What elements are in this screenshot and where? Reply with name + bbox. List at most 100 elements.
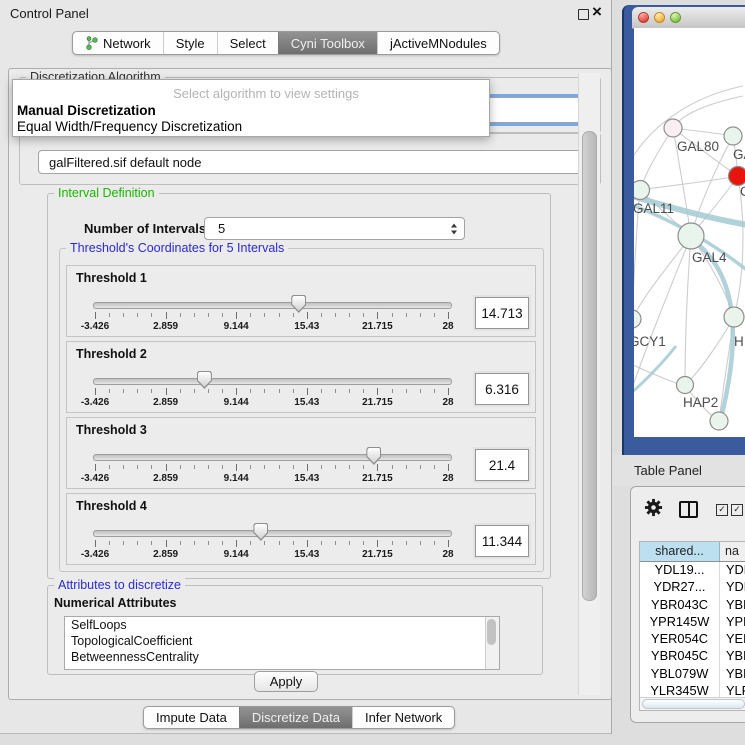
split-table-icon[interactable] — [679, 501, 698, 518]
table-row[interactable]: YDR27...YDR2 — [640, 579, 745, 596]
column-header-name[interactable]: na — [720, 542, 745, 561]
popup-placeholder-text: Select algorithm to view settings — [43, 86, 489, 101]
cell-name: YBL0 — [720, 666, 745, 683]
tick-mark — [166, 464, 167, 471]
table-horizontal-scrollbar-thumb[interactable] — [642, 699, 745, 709]
tick-mark — [208, 313, 209, 317]
tab-network[interactable]: Network — [73, 32, 163, 54]
tab-discretize-data[interactable]: Discretize Data — [239, 707, 352, 728]
network-node-GAL11[interactable] — [634, 181, 650, 200]
tick-mark — [109, 313, 110, 317]
tick-mark — [392, 465, 393, 469]
tick-label: 9.144 — [211, 549, 261, 560]
table-panel-window: ✓ ✓ shared... na YDL19...YDL1YDR27...YDR… — [630, 486, 745, 723]
tab-select[interactable]: Select — [217, 32, 278, 54]
apply-button[interactable]: Apply — [254, 671, 318, 692]
slider-track[interactable] — [93, 454, 452, 461]
numerical-attribute-item[interactable]: BetweennessCentrality — [65, 649, 499, 665]
threshold-value-field[interactable]: 11.344 — [475, 525, 529, 557]
popup-option-equal-width-frequency[interactable]: Equal Width/Frequency Discretization — [17, 119, 242, 134]
network-view-window: GAL80GACGAL11GAL4GCY1HHAP2 — [622, 5, 745, 455]
network-edge[interactable] — [673, 96, 743, 128]
network-node-GAL4[interactable] — [678, 223, 704, 249]
tick-mark — [166, 540, 167, 547]
checkbox-column-icon-2[interactable]: ✓ — [731, 504, 743, 516]
panel-vertical-scrollbar[interactable] — [578, 73, 600, 695]
popup-option-manual-discretization[interactable]: Manual Discretization — [17, 103, 156, 118]
float-window-icon[interactable] — [578, 9, 589, 20]
network-edge[interactable] — [691, 317, 734, 379]
attributes-list-scrollbar-thumb[interactable] — [487, 619, 496, 645]
table-row[interactable]: YPR145WYPR1 — [640, 614, 745, 631]
network-edge[interactable] — [685, 236, 691, 385]
close-icon[interactable]: × — [592, 2, 602, 22]
table-row[interactable]: YBL079WYBL0 — [640, 666, 745, 683]
slider-track[interactable] — [93, 378, 452, 385]
threshold-value-field[interactable]: 21.4 — [475, 449, 529, 481]
network-node-GA[interactable] — [724, 127, 742, 145]
tick-mark — [335, 465, 336, 469]
table-data-combobox[interactable]: galFiltered.sif default node — [38, 150, 592, 174]
checkbox-column-icon[interactable]: ✓ — [716, 504, 728, 516]
tab-cyni-toolbox[interactable]: Cyni Toolbox — [278, 32, 377, 54]
gear-icon[interactable] — [644, 498, 663, 522]
threshold-value-field[interactable]: 6.316 — [475, 373, 529, 405]
panel-vertical-scrollbar-thumb[interactable] — [582, 131, 597, 601]
table-row[interactable]: YBR043CYBR0 — [640, 597, 745, 614]
network-node-GAL80[interactable] — [664, 119, 682, 137]
numerical-attributes-list[interactable]: SelfLoopsTopologicalCoefficientBetweenne… — [64, 616, 500, 670]
network-window-titlebar[interactable] — [632, 7, 745, 29]
close-traffic-light[interactable] — [638, 12, 649, 23]
network-edge[interactable] — [691, 236, 734, 317]
threshold-value-field[interactable]: 14.713 — [475, 297, 529, 329]
table-horizontal-scrollbar[interactable] — [640, 697, 745, 710]
tick-mark — [448, 540, 449, 547]
numerical-attribute-item[interactable]: SelfLoops — [65, 617, 499, 633]
tab-jactivemnodules[interactable]: jActiveMNodules — [377, 32, 499, 54]
table-row[interactable]: YBR045CYBR0 — [640, 648, 745, 665]
cyni-bottom-tabbar: Impute Data Discretize Data Infer Networ… — [143, 706, 455, 729]
tab-style[interactable]: Style — [163, 32, 217, 54]
cell-shared-name: YPR145W — [640, 614, 720, 631]
tick-mark — [448, 388, 449, 395]
table-row[interactable]: YDL19...YDL1 — [640, 562, 745, 579]
slider-thumb[interactable] — [366, 447, 381, 465]
network-edge[interactable] — [640, 176, 738, 190]
tick-label: 2.859 — [141, 397, 191, 408]
cell-name: YBR0 — [720, 597, 745, 614]
tick-label: 9.144 — [211, 397, 261, 408]
network-edge[interactable] — [640, 128, 673, 190]
column-header-shared-name[interactable]: shared... — [640, 542, 720, 561]
tab-infer-network[interactable]: Infer Network — [352, 707, 454, 728]
slider-track[interactable] — [93, 530, 452, 537]
slider-thumb[interactable] — [291, 295, 306, 313]
table-header-row: shared... na — [640, 542, 745, 562]
tick-mark — [109, 389, 110, 393]
network-node-HAP2[interactable] — [677, 377, 694, 394]
slider-thumb[interactable] — [197, 371, 212, 389]
number-of-intervals-combobox[interactable]: 5 — [204, 217, 465, 240]
network-edge[interactable] — [634, 236, 691, 400]
network-canvas[interactable]: GAL80GACGAL11GAL4GCY1HHAP2 — [634, 28, 745, 437]
tab-impute-data[interactable]: Impute Data — [144, 707, 239, 728]
tick-mark — [293, 541, 294, 545]
tick-mark — [406, 313, 407, 317]
network-node-label: C — [740, 184, 745, 199]
table-row[interactable]: YER054CYER0 — [640, 631, 745, 648]
slider-thumb[interactable] — [253, 523, 268, 541]
tick-mark — [123, 313, 124, 317]
zoom-traffic-light[interactable] — [670, 12, 681, 23]
minimize-traffic-light[interactable] — [654, 12, 665, 23]
numerical-attribute-item[interactable]: TopologicalCoefficient — [65, 633, 499, 649]
network-node-C[interactable] — [729, 167, 745, 186]
attributes-list-scrollbar[interactable] — [485, 617, 499, 669]
tick-mark — [377, 388, 378, 395]
tick-mark — [279, 541, 280, 545]
network-node-H[interactable] — [724, 307, 744, 327]
network-node-GCY1[interactable] — [634, 310, 641, 328]
network-node-unlabeled[interactable] — [710, 412, 728, 430]
network-edge-highlighted[interactable] — [634, 346, 676, 396]
slider-track[interactable] — [93, 302, 452, 309]
tick-mark — [307, 540, 308, 547]
tick-mark — [335, 541, 336, 545]
